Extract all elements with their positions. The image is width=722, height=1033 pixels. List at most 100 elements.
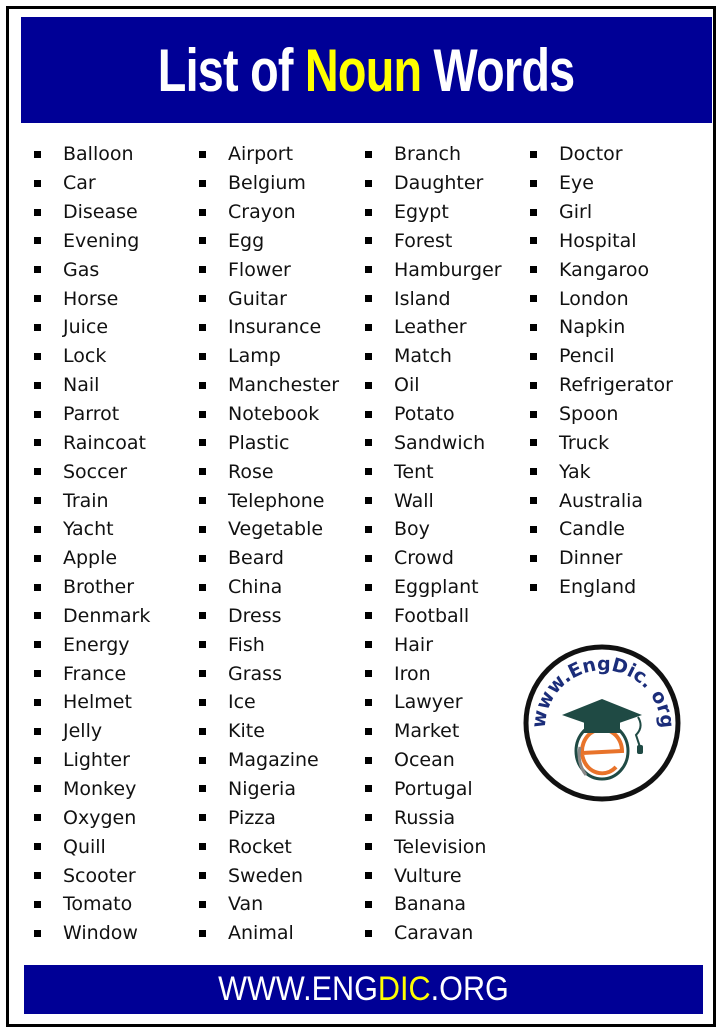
list-item: Soccer <box>34 457 150 486</box>
noun-word: Notebook <box>228 403 320 426</box>
list-item: Balloon <box>34 140 150 169</box>
noun-word: Truck <box>559 431 610 454</box>
list-item: Portugal <box>365 775 502 804</box>
noun-word: Tent <box>394 460 434 483</box>
list-item: Lawyer <box>365 688 502 717</box>
list-item: Spoon <box>530 400 673 429</box>
noun-word: Egg <box>228 229 265 252</box>
square-bullet-icon <box>34 727 41 735</box>
title-banner: List of Noun Words <box>21 17 712 123</box>
square-bullet-icon <box>199 497 206 505</box>
list-item: Van <box>199 890 339 919</box>
noun-word: Potato <box>394 403 455 426</box>
square-bullet-icon <box>365 612 372 620</box>
list-item: Sweden <box>199 861 339 890</box>
noun-word: Television <box>394 835 487 858</box>
square-bullet-icon <box>365 698 372 706</box>
square-bullet-icon <box>365 381 372 389</box>
list-item: Flower <box>199 255 339 284</box>
list-item: Airport <box>199 140 339 169</box>
list-item: Dress <box>199 602 339 631</box>
list-item: Egypt <box>365 198 502 227</box>
square-bullet-icon <box>34 266 41 274</box>
square-bullet-icon <box>365 554 372 562</box>
square-bullet-icon <box>365 583 372 591</box>
list-item: Candle <box>530 515 673 544</box>
list-item: Animal <box>199 919 339 948</box>
noun-word: Iron <box>394 662 431 685</box>
noun-word: Lock <box>63 345 107 368</box>
square-bullet-icon <box>530 468 537 476</box>
noun-word: Market <box>394 720 460 743</box>
list-item: Leather <box>365 313 502 342</box>
list-item: Belgium <box>199 169 339 198</box>
list-item: Disease <box>34 198 150 227</box>
noun-word: Juice <box>63 316 109 339</box>
noun-word: Match <box>394 345 452 368</box>
list-item: Nigeria <box>199 775 339 804</box>
noun-word: Sweden <box>228 864 304 887</box>
square-bullet-icon <box>199 583 206 591</box>
square-bullet-icon <box>365 497 372 505</box>
engdic-logo-icon: www.EngDic. org <box>523 644 681 802</box>
list-item: China <box>199 573 339 602</box>
list-item: Magazine <box>199 746 339 775</box>
noun-word: Van <box>228 893 264 916</box>
noun-word: Train <box>63 489 109 512</box>
noun-word: Eye <box>559 172 594 195</box>
square-bullet-icon <box>199 381 206 389</box>
title-text-start: List of <box>158 36 306 104</box>
square-bullet-icon <box>199 410 206 418</box>
square-bullet-icon <box>199 179 206 187</box>
square-bullet-icon <box>34 756 41 764</box>
square-bullet-icon <box>530 410 537 418</box>
noun-word: Denmark <box>63 604 151 627</box>
square-bullet-icon <box>365 727 372 735</box>
noun-word: Guitar <box>228 287 287 310</box>
list-item: Hospital <box>530 227 673 256</box>
list-item: Crowd <box>365 544 502 573</box>
noun-word: Monkey <box>63 777 137 800</box>
footer-website-link[interactable]: WWW.ENGDIC.ORG <box>218 970 509 1009</box>
noun-word: Eggplant <box>394 576 479 599</box>
noun-word: Brother <box>63 576 135 599</box>
square-bullet-icon <box>530 266 537 274</box>
noun-word: Lamp <box>228 345 281 368</box>
noun-word: Crowd <box>394 547 454 570</box>
square-bullet-icon <box>199 612 206 620</box>
square-bullet-icon <box>34 468 41 476</box>
list-item: Daughter <box>365 169 502 198</box>
square-bullet-icon <box>530 237 537 245</box>
square-bullet-icon <box>365 150 372 158</box>
noun-word: Kangaroo <box>559 258 650 281</box>
noun-word: Refrigerator <box>559 374 673 397</box>
square-bullet-icon <box>365 756 372 764</box>
cap-tassel-end <box>637 745 643 754</box>
footer-highlight: DIC <box>377 970 431 1008</box>
square-bullet-icon <box>34 295 41 303</box>
list-item: Lighter <box>34 746 150 775</box>
list-item: Juice <box>34 313 150 342</box>
noun-word: Dress <box>228 604 282 627</box>
noun-word: Pencil <box>559 345 615 368</box>
square-bullet-icon <box>199 323 206 331</box>
list-item: Tomato <box>34 890 150 919</box>
square-bullet-icon <box>199 843 206 851</box>
noun-word: England <box>559 576 637 599</box>
noun-word: Australia <box>559 489 644 512</box>
list-item: Insurance <box>199 313 339 342</box>
list-item: Branch <box>365 140 502 169</box>
list-item: Football <box>365 602 502 631</box>
noun-word: Oxygen <box>63 806 137 829</box>
square-bullet-icon <box>34 843 41 851</box>
square-bullet-icon <box>199 929 206 937</box>
list-item: Manchester <box>199 371 339 400</box>
noun-word: Russia <box>394 806 456 829</box>
list-item: Pizza <box>199 803 339 832</box>
word-column-1: Balloon Car Disease Evening Gas Horse Juice Loc… <box>34 140 150 948</box>
noun-word: Boy <box>394 518 430 541</box>
list-item: Vegetable <box>199 515 339 544</box>
list-item: Monkey <box>34 775 150 804</box>
noun-word: Dinner <box>559 547 623 570</box>
list-item: Lock <box>34 342 150 371</box>
